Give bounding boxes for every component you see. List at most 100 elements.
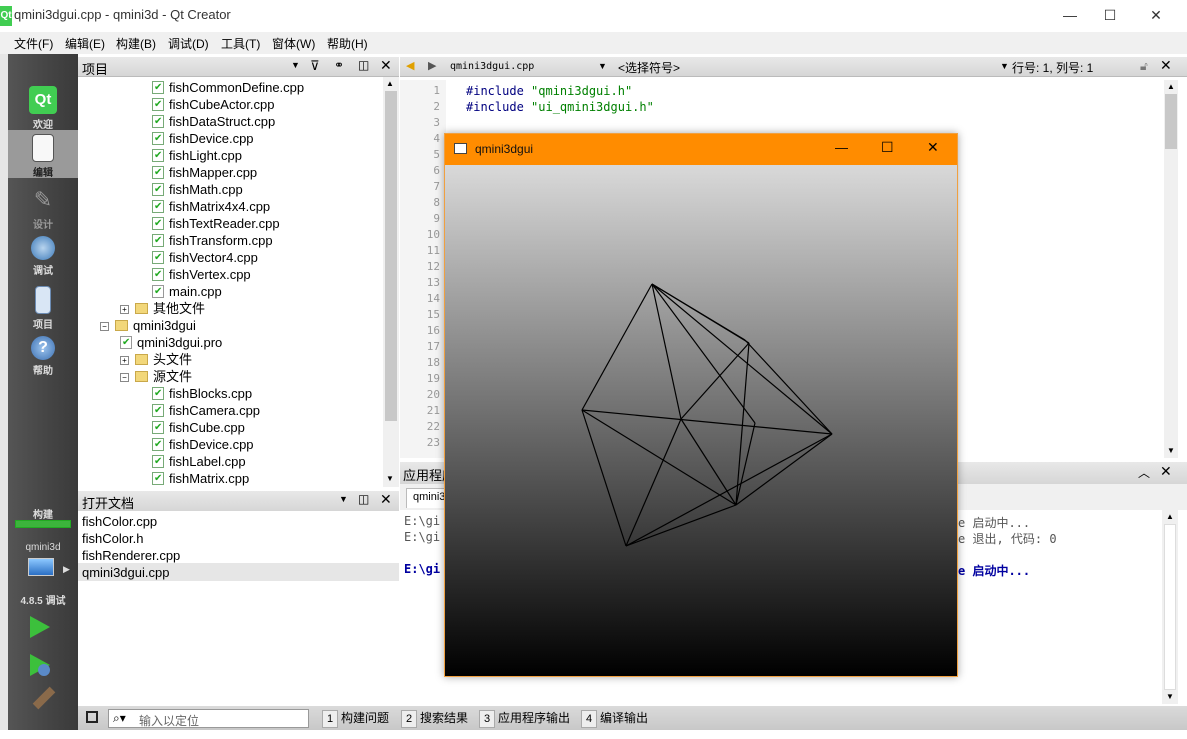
maximize-button[interactable]: ☐ — [1087, 0, 1133, 32]
tree-item[interactable]: fishCommonDefine.cpp — [152, 79, 304, 96]
chevron-down-icon[interactable]: ▼ — [339, 494, 348, 504]
status-tab-build-issues[interactable]: 1 构建问题 — [322, 710, 389, 728]
scroll-up-icon[interactable]: ▲ — [1166, 512, 1174, 521]
build-progress-label: 构建 — [33, 510, 53, 521]
cpp-file-icon — [152, 181, 164, 198]
tree-item[interactable]: fishCube.cpp — [152, 419, 245, 436]
mode-projects[interactable]: 项目 — [8, 282, 78, 331]
app-minimize-button[interactable]: — — [835, 140, 848, 155]
open-doc-item[interactable]: fishColor.h — [82, 530, 143, 547]
mode-design[interactable]: ✎ 设计 — [8, 182, 78, 231]
open-doc-item-selected[interactable]: qmini3dgui.cpp — [82, 564, 169, 581]
run-icon[interactable] — [30, 616, 50, 638]
maximize-pane-icon[interactable]: ︿ — [1138, 464, 1150, 481]
line-number-gutter: 1 2 3 4 5 6 7 8 9 10 11 12 13 14 15 16 17 18 19 20 21 22 23 — [400, 80, 446, 458]
app-close-button[interactable]: ✕ — [927, 139, 939, 156]
tree-item[interactable]: fishTransform.cpp — [152, 232, 273, 249]
back-arrow-icon[interactable]: ◀ — [406, 59, 414, 72]
tree-item[interactable]: fishVertex.cpp — [152, 266, 251, 283]
split-icon[interactable]: ◫ — [358, 492, 369, 506]
tree-item[interactable]: fishMath.cpp — [152, 181, 243, 198]
collapse-icon[interactable]: − — [120, 373, 129, 382]
tree-item[interactable]: fishDevice.cpp — [152, 130, 254, 147]
tree-item[interactable]: qmini3dgui.pro — [120, 334, 222, 351]
tree-item[interactable]: main.cpp — [152, 283, 222, 300]
scroll-down-icon[interactable]: ▼ — [386, 474, 394, 483]
app-maximize-button[interactable]: ☐ — [881, 139, 894, 156]
expand-icon[interactable]: + — [120, 356, 129, 365]
filter-icon[interactable]: ⊽ — [310, 58, 320, 74]
close-editor-icon[interactable]: ✕ — [1160, 57, 1172, 74]
menu-window[interactable]: 窗体(W) — [272, 35, 315, 52]
tree-item[interactable]: fishDevice.cpp — [152, 436, 254, 453]
build-hammer-icon[interactable] — [32, 686, 56, 710]
tree-item[interactable]: fishCamera.cpp — [152, 402, 260, 419]
tree-item[interactable]: fishMatrix.cpp — [152, 470, 249, 487]
tree-item[interactable]: fishMatrix4x4.cpp — [152, 198, 270, 215]
mode-welcome-label: 欢迎 — [33, 120, 53, 131]
tree-item[interactable]: − 源文件 — [120, 368, 192, 385]
scroll-up-icon[interactable]: ▲ — [386, 79, 394, 88]
code-line-1: #include "qmini3dgui.h" — [466, 84, 632, 98]
line-number: 15 — [426, 308, 440, 321]
toggle-sidebar-icon[interactable] — [86, 711, 98, 723]
scroll-down-icon[interactable]: ▼ — [1166, 692, 1174, 701]
lock-icon[interactable]: 🔓︎ — [1140, 59, 1148, 74]
scroll-thumb[interactable] — [1165, 94, 1177, 149]
menu-file[interactable]: 文件(F) — [14, 35, 53, 52]
app-title-bar[interactable]: qmini3dgui — ☐ ✕ — [445, 134, 957, 165]
tree-item[interactable]: − qmini3dgui — [100, 317, 196, 334]
symbol-combo[interactable]: <选择符号> — [618, 59, 680, 76]
file-combo[interactable]: qmini3dgui.cpp — [450, 61, 534, 72]
close-pane-icon[interactable]: ✕ — [380, 491, 392, 508]
menu-help[interactable]: 帮助(H) — [327, 35, 368, 52]
forward-arrow-icon[interactable]: ▶ — [428, 59, 436, 72]
mode-welcome[interactable]: Qt 欢迎 — [8, 82, 78, 131]
expand-icon[interactable]: + — [120, 305, 129, 314]
tree-item[interactable]: fishLabel.cpp — [152, 453, 246, 470]
chevron-down-icon[interactable]: ▼ — [1000, 61, 1009, 71]
editor-scrollbar[interactable]: ▲ ▼ — [1164, 80, 1178, 458]
render-canvas[interactable] — [445, 165, 957, 676]
close-pane-icon[interactable]: ✕ — [1160, 463, 1172, 480]
kit-selector[interactable] — [28, 558, 60, 584]
status-tab-search-results[interactable]: 2 搜索结果 — [401, 710, 468, 728]
tree-item[interactable]: fishMapper.cpp — [152, 164, 257, 181]
tree-item[interactable]: fishBlocks.cpp — [152, 385, 252, 402]
tree-item[interactable]: fishDataStruct.cpp — [152, 113, 275, 130]
tree-item[interactable]: fishLight.cpp — [152, 147, 242, 164]
mode-help[interactable]: ? 帮助 — [8, 332, 78, 380]
locator-input[interactable]: ⌕▾ 输入以定位 — [108, 709, 309, 728]
mode-debug[interactable]: 调试 — [8, 232, 78, 280]
tree-item[interactable]: fishTextReader.cpp — [152, 215, 280, 232]
tree-item[interactable]: + 头文件 — [120, 351, 192, 368]
scroll-thumb[interactable] — [1164, 524, 1176, 690]
tree-item[interactable]: + 其他文件 — [120, 300, 205, 317]
split-icon[interactable]: ◫ — [358, 58, 369, 72]
output-scrollbar[interactable]: ▲ ▼ — [1162, 510, 1178, 704]
tree-item-label: fishCommonDefine.cpp — [169, 80, 305, 95]
open-doc-item[interactable]: fishColor.cpp — [82, 513, 157, 530]
scroll-thumb[interactable] — [385, 91, 397, 421]
menu-tools[interactable]: 工具(T) — [221, 35, 260, 52]
open-doc-item[interactable]: fishRenderer.cpp — [82, 547, 180, 564]
tree-item[interactable]: fishCubeActor.cpp — [152, 96, 275, 113]
close-pane-icon[interactable]: ✕ — [380, 57, 392, 74]
scroll-up-icon[interactable]: ▲ — [1167, 82, 1175, 91]
status-tab-number: 3 — [479, 710, 495, 728]
chevron-down-icon[interactable]: ▼ — [598, 61, 607, 71]
chevron-down-icon[interactable]: ▼ — [291, 60, 300, 70]
close-button[interactable]: ✕ — [1133, 0, 1179, 32]
collapse-icon[interactable]: − — [100, 322, 109, 331]
mode-edit[interactable]: 编辑 — [8, 130, 78, 179]
menu-edit[interactable]: 编辑(E) — [65, 35, 105, 52]
link-editor-icon[interactable]: ⚭ — [334, 58, 344, 72]
status-tab-app-output[interactable]: 3 应用程序输出 — [479, 710, 570, 728]
scroll-down-icon[interactable]: ▼ — [1167, 446, 1175, 455]
menu-build[interactable]: 构建(B) — [116, 35, 156, 52]
project-tree-scrollbar[interactable]: ▲ ▼ — [383, 77, 399, 487]
tree-item[interactable]: fishVector4.cpp — [152, 249, 258, 266]
tree-item-label: fishVertex.cpp — [169, 267, 251, 282]
menu-debug[interactable]: 调试(D) — [168, 35, 209, 52]
status-tab-compile-output[interactable]: 4 编译输出 — [581, 710, 648, 728]
